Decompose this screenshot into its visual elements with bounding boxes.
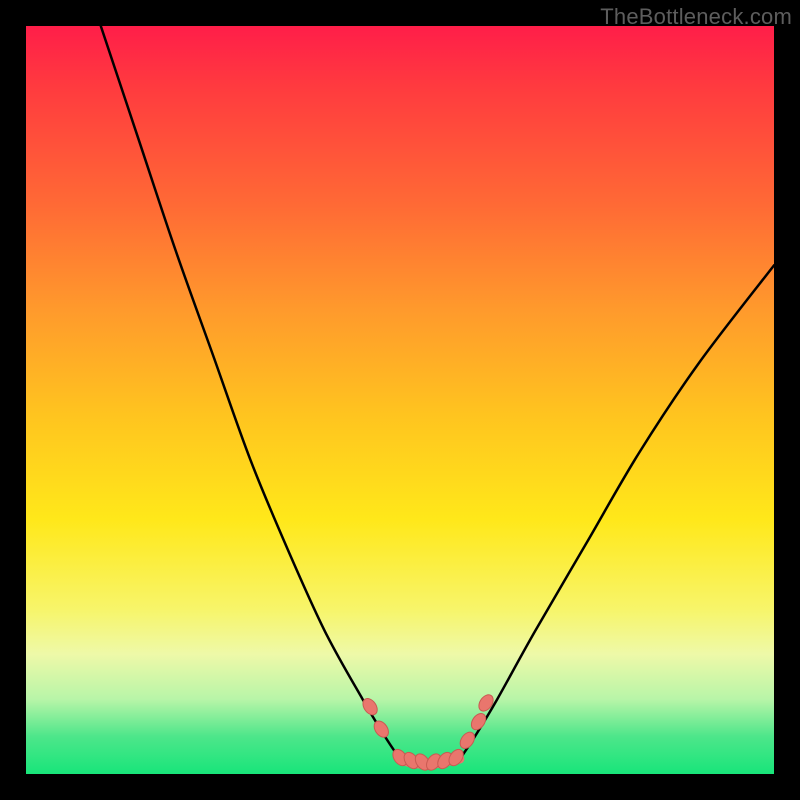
curve-layer — [101, 26, 774, 764]
watermark-text: TheBottleneck.com — [600, 4, 792, 30]
marker-layer — [360, 692, 496, 773]
chart-svg — [26, 26, 774, 774]
highlight-marker — [476, 692, 496, 714]
highlight-marker — [468, 711, 488, 733]
highlight-marker — [371, 718, 391, 740]
series-right-curve — [460, 265, 774, 759]
chart-frame: TheBottleneck.com — [0, 0, 800, 800]
series-left-curve — [101, 26, 400, 759]
highlight-marker — [457, 730, 477, 752]
